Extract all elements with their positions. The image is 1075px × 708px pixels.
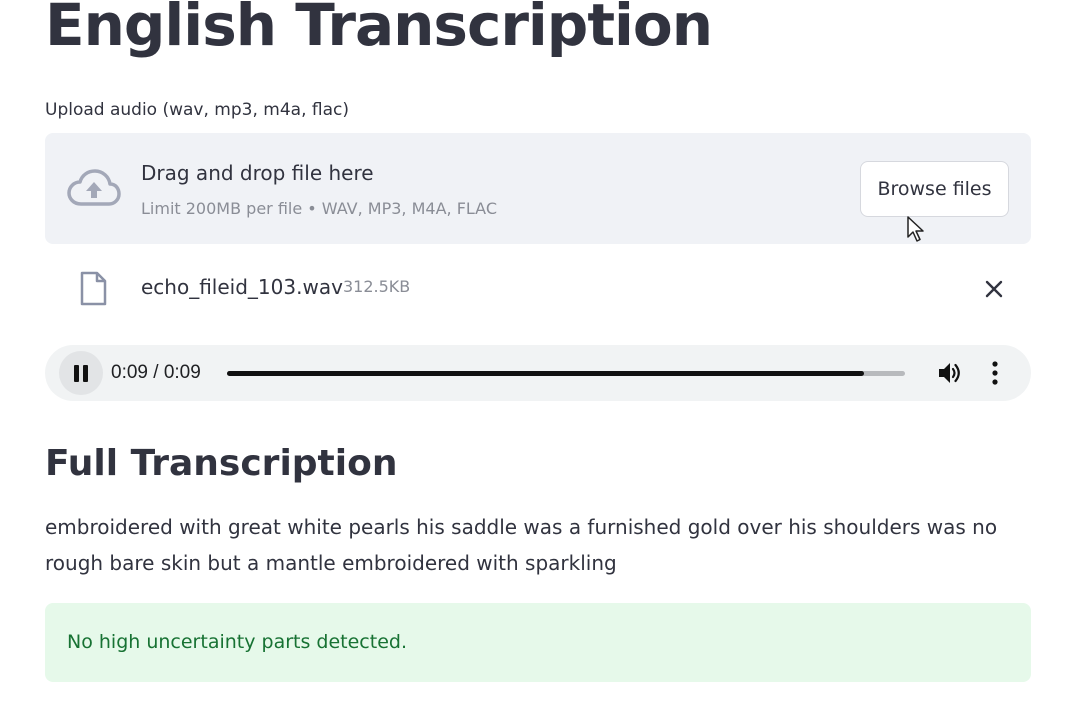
more-vertical-icon[interactable] — [983, 360, 1007, 386]
cloud-upload-icon — [67, 169, 121, 206]
audio-progress-fill — [227, 371, 865, 376]
file-icon — [80, 271, 107, 306]
volume-icon[interactable] — [937, 361, 963, 385]
status-alert: No high uncertainty parts detected. — [45, 603, 1031, 682]
pause-icon[interactable] — [59, 351, 103, 395]
file-size: 312.5KB — [343, 277, 411, 296]
section-title: Full Transcription — [45, 443, 398, 484]
file-dropzone[interactable]: Drag and drop file here Limit 200MB per … — [45, 133, 1031, 244]
audio-time: 0:09 / 0:09 — [111, 362, 201, 383]
mouse-pointer-icon — [907, 216, 924, 242]
dropzone-limit: Limit 200MB per file • WAV, MP3, M4A, FL… — [141, 199, 498, 218]
dropzone-title: Drag and drop file here — [141, 161, 374, 185]
upload-label: Upload audio (wav, mp3, m4a, flac) — [45, 100, 349, 120]
status-message: No high uncertainty parts detected. — [67, 631, 407, 653]
page-title: English Transcription — [45, 0, 713, 59]
transcription-text: embroidered with great white pearls his … — [45, 515, 998, 575]
browse-files-button[interactable]: Browse files — [860, 161, 1009, 217]
audio-progress-slider[interactable] — [227, 371, 905, 376]
audio-player: 0:09 / 0:09 — [45, 345, 1031, 401]
file-name: echo_fileid_103.wav — [141, 275, 343, 299]
close-icon[interactable] — [984, 279, 1004, 299]
app-page: English Transcription Upload audio (wav,… — [0, 0, 1075, 708]
uploaded-file-row: echo_fileid_103.wav 312.5KB — [45, 262, 1031, 314]
